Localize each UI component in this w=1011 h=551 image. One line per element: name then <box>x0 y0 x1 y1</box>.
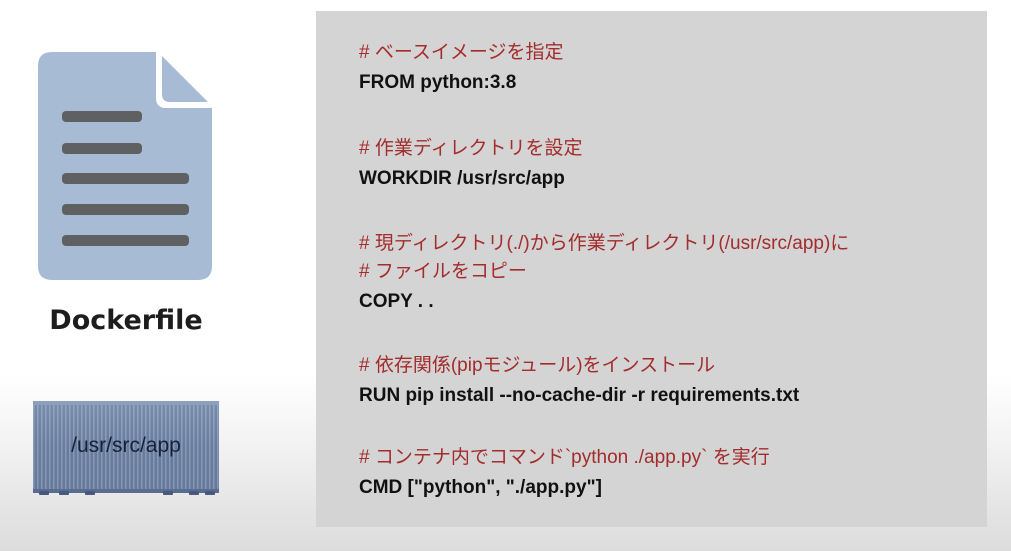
file-caption: Dockerfile <box>49 305 203 336</box>
comment-cmd: # コンテナ内でコマンド`python ./app.py` を実行 <box>359 447 770 468</box>
comment-install: # 依存関係(pipモジュール)をインストール <box>359 355 716 376</box>
document-icon <box>38 52 212 280</box>
dockerfile-code-panel: # ベースイメージを指定 FROM python:3.8 # 作業ディレクトリを… <box>316 11 987 527</box>
comment-workdir: # 作業ディレクトリを設定 <box>359 138 583 159</box>
shipping-container-icon: /usr/src/app <box>33 401 219 495</box>
command-copy: COPY . . <box>359 291 434 312</box>
container-label: /usr/src/app <box>71 434 181 457</box>
comment-copy-line1: # 現ディレクトリ(./)から作業ディレクトリ(/usr/src/app)に <box>359 233 850 254</box>
comment-base-image: # ベースイメージを指定 <box>359 42 564 63</box>
command-from: FROM python:3.8 <box>359 72 517 93</box>
command-workdir: WORKDIR /usr/src/app <box>359 168 565 189</box>
command-run: RUN pip install --no-cache-dir -r requir… <box>359 385 800 406</box>
command-cmd: CMD ["python", "./app.py"] <box>359 477 602 498</box>
comment-copy-line2: # ファイルをコピー <box>359 261 527 282</box>
